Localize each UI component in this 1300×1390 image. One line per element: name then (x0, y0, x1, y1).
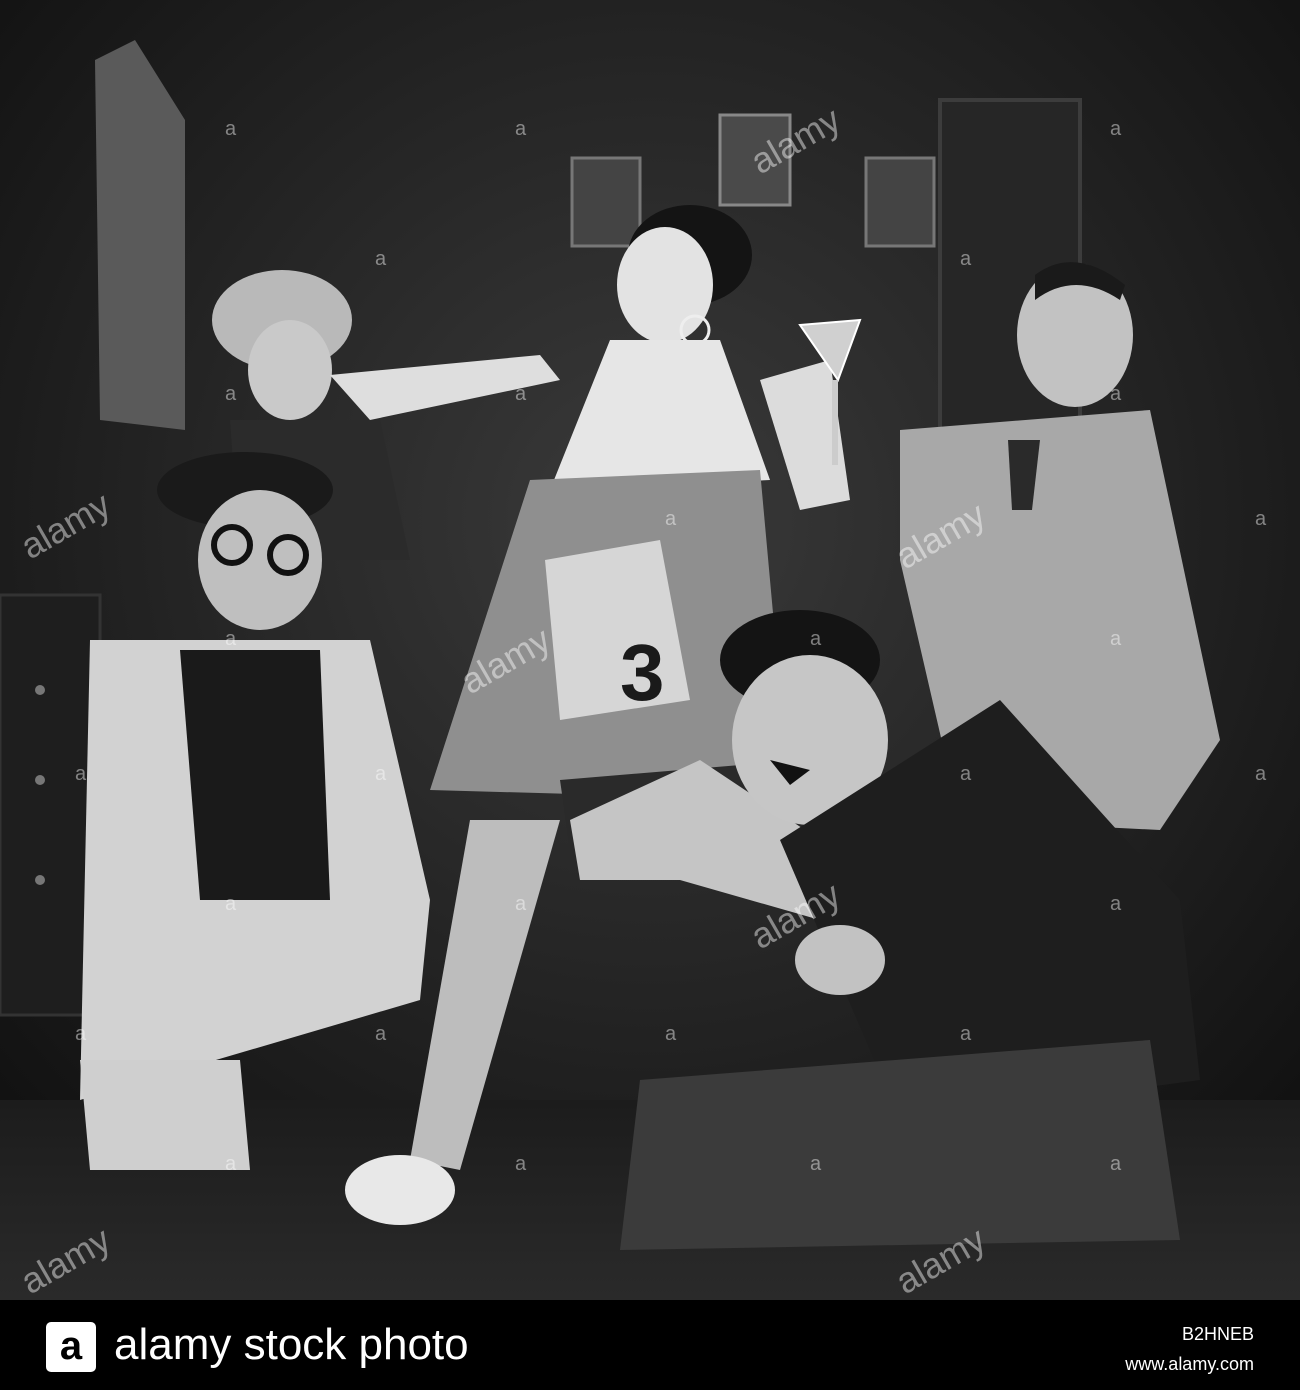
svg-text:a: a (75, 763, 87, 785)
photo-scene: 3 alamy alamy alamy alamy alamy alamy al… (0, 0, 1300, 1300)
svg-text:a: a (1110, 893, 1122, 915)
svg-text:a: a (810, 1153, 822, 1175)
svg-text:a: a (225, 628, 237, 650)
svg-text:a: a (1110, 1153, 1122, 1175)
svg-text:a: a (665, 1023, 677, 1045)
alamy-logo-icon: a (46, 1322, 96, 1372)
svg-text:a: a (1255, 508, 1267, 530)
svg-text:a: a (225, 1153, 237, 1175)
svg-text:a: a (665, 508, 677, 530)
svg-text:a: a (225, 383, 237, 405)
brand-text: alamy stock photo (114, 1320, 469, 1369)
svg-text:a: a (375, 1023, 387, 1045)
svg-text:a: a (960, 248, 972, 270)
svg-text:a: a (225, 118, 237, 140)
photograph: 3 alamy alamy alamy alamy alamy alamy al… (0, 0, 1300, 1300)
svg-text:a: a (75, 1023, 87, 1045)
image-id: B2HNEB (1181, 1324, 1254, 1344)
svg-text:a: a (515, 383, 527, 405)
svg-text:a: a (1110, 383, 1122, 405)
svg-text:a: a (225, 893, 237, 915)
svg-text:a: a (1255, 763, 1267, 785)
site-url: www.alamy.com (1125, 1354, 1254, 1374)
svg-text:a: a (1110, 628, 1122, 650)
svg-text:a: a (1110, 118, 1122, 140)
svg-text:a: a (515, 893, 527, 915)
dress-number: 3 (620, 628, 665, 717)
svg-text:a: a (375, 248, 387, 270)
svg-text:a: a (960, 763, 972, 785)
svg-text:a: a (515, 118, 527, 140)
stock-photo-footer: a alamy stock photo B2HNEB www.alamy.com (0, 1300, 1300, 1390)
svg-text:a: a (960, 1023, 972, 1045)
svg-text:a: a (810, 628, 822, 650)
svg-text:a: a (375, 763, 387, 785)
svg-text:a: a (515, 1153, 527, 1175)
